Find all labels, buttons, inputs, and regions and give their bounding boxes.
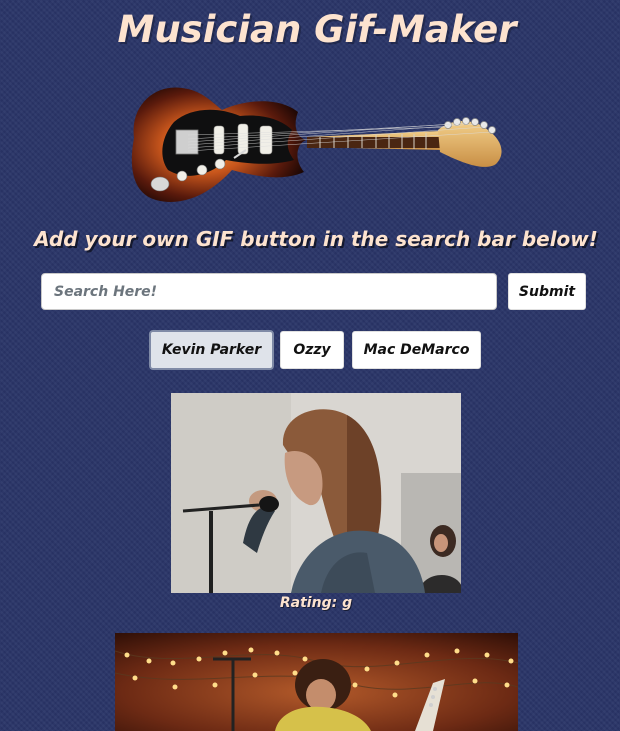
gif-result-guitarist[interactable] xyxy=(115,633,518,731)
artist-button-ozzy[interactable]: Ozzy xyxy=(280,331,344,369)
guitar-banner-image xyxy=(122,78,514,213)
instruction-subtitle: Add your own GIF button in the search ba… xyxy=(34,227,598,251)
artist-button-kevin-parker[interactable]: Kevin Parker xyxy=(149,330,274,370)
gif-rating-label: Rating: g xyxy=(279,595,353,611)
gif-result-singer[interactable] xyxy=(171,393,461,593)
artist-button-mac-demarco[interactable]: Mac DeMarco xyxy=(352,331,481,369)
search-input[interactable] xyxy=(41,273,497,310)
page-title: Musician Gif-Maker xyxy=(117,8,517,51)
submit-button[interactable]: Submit xyxy=(508,273,586,310)
